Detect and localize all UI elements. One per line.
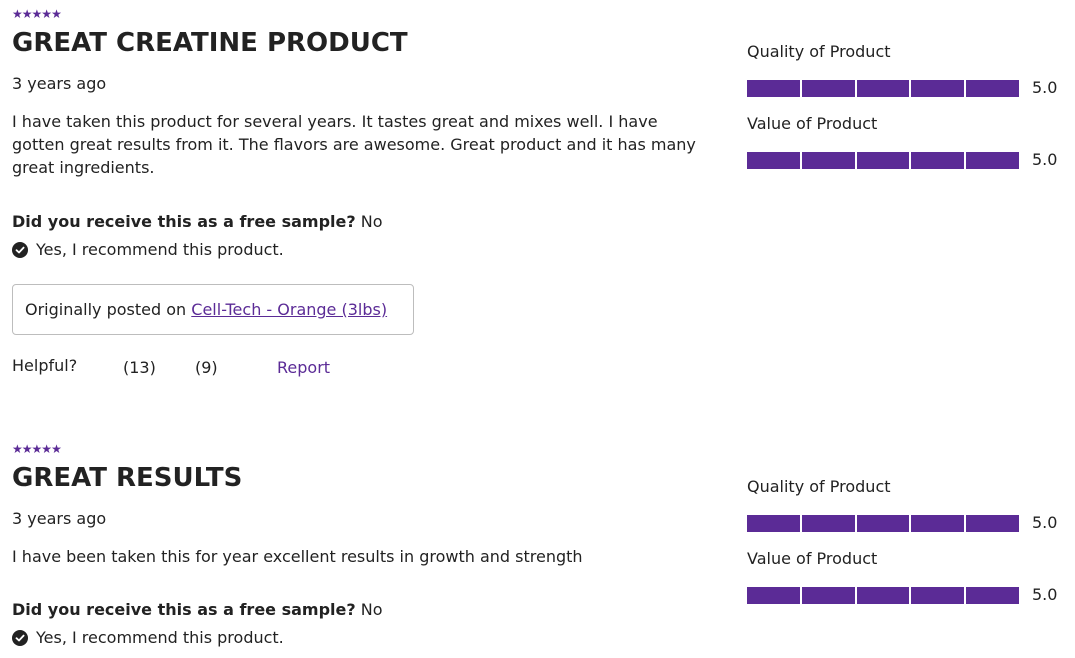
rating-value: 5.0	[1032, 150, 1058, 169]
helpful-label: Helpful?	[12, 356, 78, 375]
rating-bar-fill	[856, 515, 910, 532]
rating-value: 5.0	[1032, 78, 1058, 97]
star-icon: ★	[41, 442, 52, 456]
rating-bar-segment	[856, 80, 910, 97]
star-rating: ★ ★ ★ ★ ★	[12, 442, 62, 456]
star-icon: ★	[51, 7, 62, 21]
rating-bar-segment	[801, 515, 855, 532]
review-body: I have been taken this for year excellen…	[12, 547, 583, 566]
rating-label: Value of Product	[747, 114, 878, 133]
rating-value-of-product: Value of Product 5.0	[747, 113, 1067, 185]
rating-bar-segment	[911, 152, 965, 169]
rating-bar-segment	[966, 587, 1019, 604]
rating-quality: Quality of Product 5.0	[747, 41, 1067, 113]
recommend-text: Yes, I recommend this product.	[36, 240, 284, 259]
rating-bar-fill	[801, 515, 855, 532]
star-icon: ★	[12, 7, 23, 21]
review-title: GREAT RESULTS	[12, 463, 243, 493]
rating-bar-segment	[801, 587, 855, 604]
review-age: 3 years ago	[12, 74, 107, 93]
rating-quality: Quality of Product 5.0	[747, 476, 1067, 548]
secondary-ratings: Quality of Product 5.0 Value of Product …	[747, 476, 1067, 620]
review-title: GREAT CREATINE PRODUCT	[12, 28, 408, 58]
free-sample-answer: No	[360, 212, 383, 231]
rating-label: Value of Product	[747, 549, 878, 568]
rating-bar-fill	[801, 152, 855, 169]
rating-bar-segment	[747, 587, 800, 604]
rating-bar-segment	[801, 80, 855, 97]
rating-bar-segment	[747, 515, 800, 532]
review-body: I have taken this product for several ye…	[12, 112, 696, 177]
rating-bar-segment	[911, 80, 965, 97]
rating-bar-fill	[747, 80, 800, 97]
free-sample-answer: No	[360, 600, 383, 619]
helpful-yes-button[interactable]: (13)	[123, 357, 156, 379]
rating-label: Quality of Product	[747, 477, 891, 496]
product-link[interactable]: Cell-Tech - Orange (3lbs)	[191, 300, 387, 319]
rating-bar-fill	[911, 587, 965, 604]
recommend-text: Yes, I recommend this product.	[36, 628, 284, 647]
rating-bar	[747, 515, 1019, 532]
checkmark-icon	[12, 630, 28, 646]
free-sample-line: Did you receive this as a free sample? N…	[12, 599, 383, 621]
helpful-row: Helpful? (13) (9) Report	[12, 355, 352, 379]
rating-bar-fill	[747, 587, 800, 604]
rating-bar-segment	[966, 80, 1019, 97]
rating-bar-segment	[747, 152, 800, 169]
rating-bar-fill	[966, 152, 1019, 169]
rating-bar-fill	[801, 587, 855, 604]
rating-bar-fill	[856, 152, 910, 169]
star-icon: ★	[41, 7, 52, 21]
rating-bar-fill	[801, 80, 855, 97]
free-sample-question: Did you receive this as a free sample?	[12, 212, 356, 231]
checkmark-icon	[12, 242, 28, 258]
rating-bar-segment	[801, 152, 855, 169]
rating-bar-segment	[966, 515, 1019, 532]
recommend-line: Yes, I recommend this product.	[12, 627, 284, 649]
rating-bar-segment	[747, 80, 800, 97]
star-icon: ★	[12, 442, 23, 456]
star-icon: ★	[21, 442, 33, 456]
rating-bar	[747, 80, 1019, 97]
rating-bar-segment	[966, 152, 1019, 169]
rating-value: 5.0	[1032, 513, 1058, 532]
rating-bar-fill	[911, 152, 965, 169]
rating-value-of-product: Value of Product 5.0	[747, 548, 1067, 620]
rating-bar-fill	[911, 515, 965, 532]
rating-bar-segment	[911, 515, 965, 532]
rating-bar-segment	[856, 152, 910, 169]
rating-value: 5.0	[1032, 585, 1058, 604]
rating-bar-fill	[856, 587, 910, 604]
rating-label: Quality of Product	[747, 42, 891, 61]
rating-bar-fill	[856, 80, 910, 97]
rating-bar-segment	[856, 587, 910, 604]
star-icon: ★	[31, 7, 43, 21]
report-link[interactable]: Report	[277, 357, 330, 379]
secondary-ratings: Quality of Product 5.0 Value of Product …	[747, 41, 1067, 185]
rating-bar	[747, 587, 1019, 604]
rating-bar-fill	[966, 80, 1019, 97]
rating-bar-segment	[856, 515, 910, 532]
rating-bar-fill	[966, 515, 1019, 532]
rating-bar	[747, 152, 1019, 169]
rating-bar-segment	[911, 587, 965, 604]
originally-posted-box: Originally posted on Cell-Tech - Orange …	[12, 284, 414, 335]
star-rating: ★ ★ ★ ★ ★	[12, 7, 62, 21]
originally-posted-label: Originally posted on	[25, 300, 187, 319]
star-icon: ★	[31, 442, 43, 456]
review-age: 3 years ago	[12, 509, 107, 528]
recommend-line: Yes, I recommend this product.	[12, 239, 284, 261]
rating-bar-fill	[747, 152, 800, 169]
rating-bar-fill	[966, 587, 1019, 604]
rating-bar-fill	[747, 515, 800, 532]
helpful-no-button[interactable]: (9)	[195, 357, 218, 379]
free-sample-line: Did you receive this as a free sample? N…	[12, 211, 383, 233]
rating-bar-fill	[911, 80, 965, 97]
star-icon: ★	[51, 442, 62, 456]
free-sample-question: Did you receive this as a free sample?	[12, 600, 356, 619]
star-icon: ★	[21, 7, 33, 21]
